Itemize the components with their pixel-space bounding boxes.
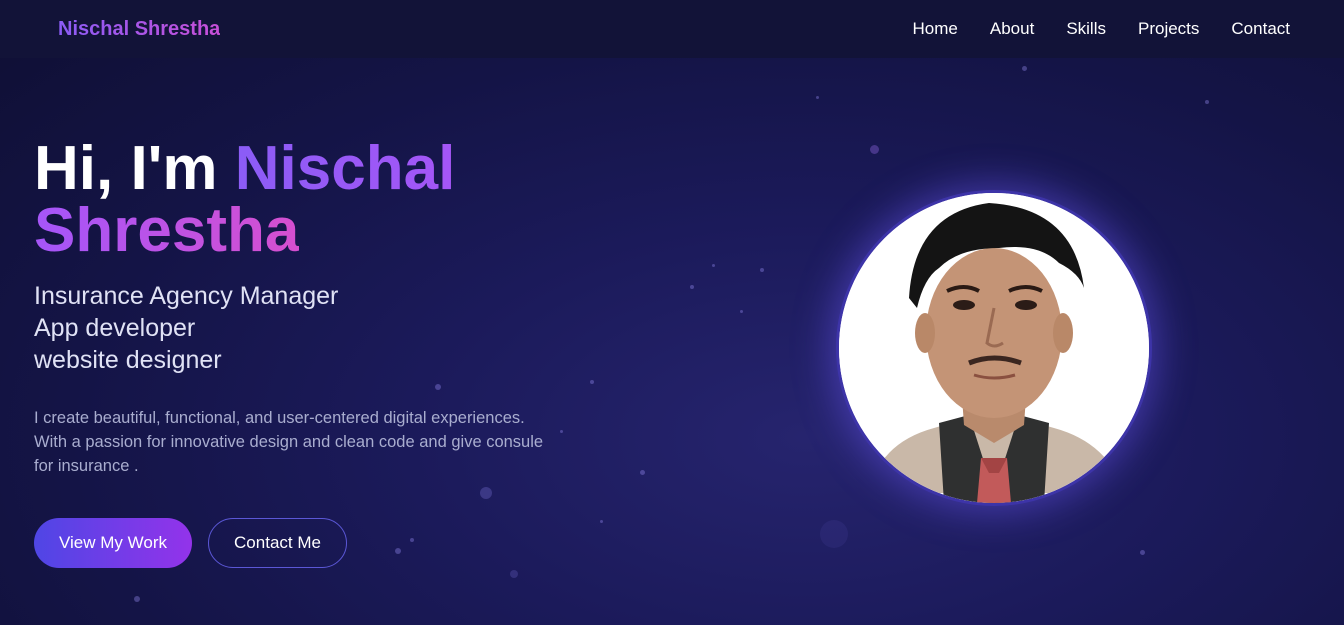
profile-photo: [836, 190, 1152, 506]
hero-section: Hi, I'm Nischal Shrestha Insurance Agenc…: [34, 138, 574, 568]
role-item: website designer: [34, 346, 222, 374]
hero-title: Hi, I'm Nischal Shrestha: [34, 138, 574, 262]
nav-link-projects[interactable]: Projects: [1138, 19, 1199, 39]
profile-photo-icon: [839, 193, 1149, 503]
role-item: App developer: [34, 314, 196, 342]
nav-link-home[interactable]: Home: [913, 19, 958, 39]
brand-logo[interactable]: Nischal Shrestha: [58, 18, 220, 41]
navbar: Nischal Shrestha Home About Skills Proje…: [0, 0, 1344, 58]
hero-description: I create beautiful, functional, and user…: [34, 409, 544, 475]
nav-link-about[interactable]: About: [990, 19, 1034, 39]
hero-greeting: Hi, I'm: [34, 134, 235, 203]
role-list: Insurance Agency Manager App developer w…: [34, 280, 574, 376]
view-my-work-button[interactable]: View My Work: [34, 518, 192, 568]
role-item: Insurance Agency Manager: [34, 282, 339, 310]
nav-link-skills[interactable]: Skills: [1066, 19, 1106, 39]
nav-links: Home About Skills Projects Contact: [913, 19, 1290, 39]
hero-buttons: View My Work Contact Me: [34, 518, 574, 568]
contact-me-button[interactable]: Contact Me: [208, 518, 347, 568]
nav-link-contact[interactable]: Contact: [1231, 19, 1290, 39]
